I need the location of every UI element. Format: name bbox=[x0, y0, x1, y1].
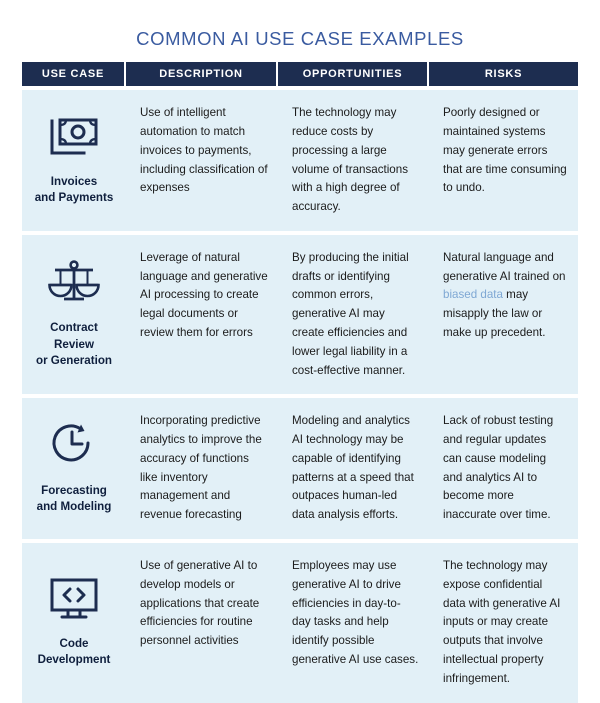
use-case-label: Invoices and Payments bbox=[34, 174, 114, 205]
monitor-code-icon bbox=[48, 577, 100, 626]
use-case-cell: Contract Review or Generation bbox=[22, 235, 126, 394]
table-header-row: USE CASE DESCRIPTION OPPORTUNITIES RISKS bbox=[22, 62, 578, 87]
description-cell: Use of intelligent automation to match i… bbox=[140, 106, 268, 195]
risks-cell: Poorly designed or maintained systems ma… bbox=[429, 90, 578, 231]
risks-cell: Lack of robust testing and regular updat… bbox=[429, 398, 578, 539]
clock-forecast-icon bbox=[50, 422, 98, 473]
description-cell: Use of generative AI to develop models o… bbox=[140, 559, 260, 648]
risks-text-before-link: The technology may expose confidential d… bbox=[443, 559, 561, 685]
risks-text-before-link: Natural language and generative AI train… bbox=[443, 250, 566, 283]
use-case-table: USE CASE DESCRIPTION OPPORTUNITIES RISKS bbox=[22, 62, 578, 703]
description-cell: Leverage of natural language and generat… bbox=[140, 250, 268, 339]
use-case-cell: Invoices and Payments bbox=[22, 90, 126, 231]
risks-cell: Natural language and generative AI train… bbox=[429, 235, 578, 394]
table-row: Forecasting and Modeling Incorporating p… bbox=[22, 398, 578, 540]
opportunities-cell: Employees may use generative AI to drive… bbox=[292, 559, 419, 666]
use-case-cell: Code Development bbox=[22, 543, 126, 702]
use-case-label: Contract Review or Generation bbox=[35, 321, 113, 368]
risks-inline-link[interactable]: biased data bbox=[443, 288, 503, 301]
column-header-use-case: USE CASE bbox=[22, 62, 126, 87]
page-title: COMMON AI USE CASE EXAMPLES bbox=[136, 28, 464, 49]
infographic-page: COMMON AI USE CASE EXAMPLES USE CASE DES… bbox=[0, 0, 600, 703]
use-case-cell: Forecasting and Modeling bbox=[22, 398, 126, 539]
risks-text-before-link: Lack of robust testing and regular updat… bbox=[443, 414, 554, 522]
banknote-icon bbox=[48, 115, 100, 164]
column-header-risks: RISKS bbox=[429, 62, 578, 87]
opportunities-cell: By producing the initial drafts or ident… bbox=[292, 250, 409, 377]
opportunities-cell: Modeling and analytics AI technology may… bbox=[292, 414, 414, 522]
scales-of-justice-icon bbox=[48, 259, 100, 310]
description-cell: Incorporating predictive analytics to im… bbox=[140, 414, 262, 522]
table-row: Contract Review or Generation Leverage o… bbox=[22, 234, 578, 395]
table-row: Code Development Use of generative AI to… bbox=[22, 543, 578, 703]
risks-text-before-link: Poorly designed or maintained systems ma… bbox=[443, 106, 567, 195]
column-header-opportunities: OPPORTUNITIES bbox=[278, 62, 429, 87]
column-header-description: DESCRIPTION bbox=[126, 62, 278, 87]
table-row: Invoices and Payments Use of intelligent… bbox=[22, 90, 578, 231]
risks-cell: The technology may expose confidential d… bbox=[429, 543, 578, 702]
use-case-label: Code Development bbox=[37, 636, 111, 667]
use-case-label: Forecasting and Modeling bbox=[36, 483, 112, 514]
opportunities-cell: The technology may reduce costs by proce… bbox=[292, 106, 408, 214]
